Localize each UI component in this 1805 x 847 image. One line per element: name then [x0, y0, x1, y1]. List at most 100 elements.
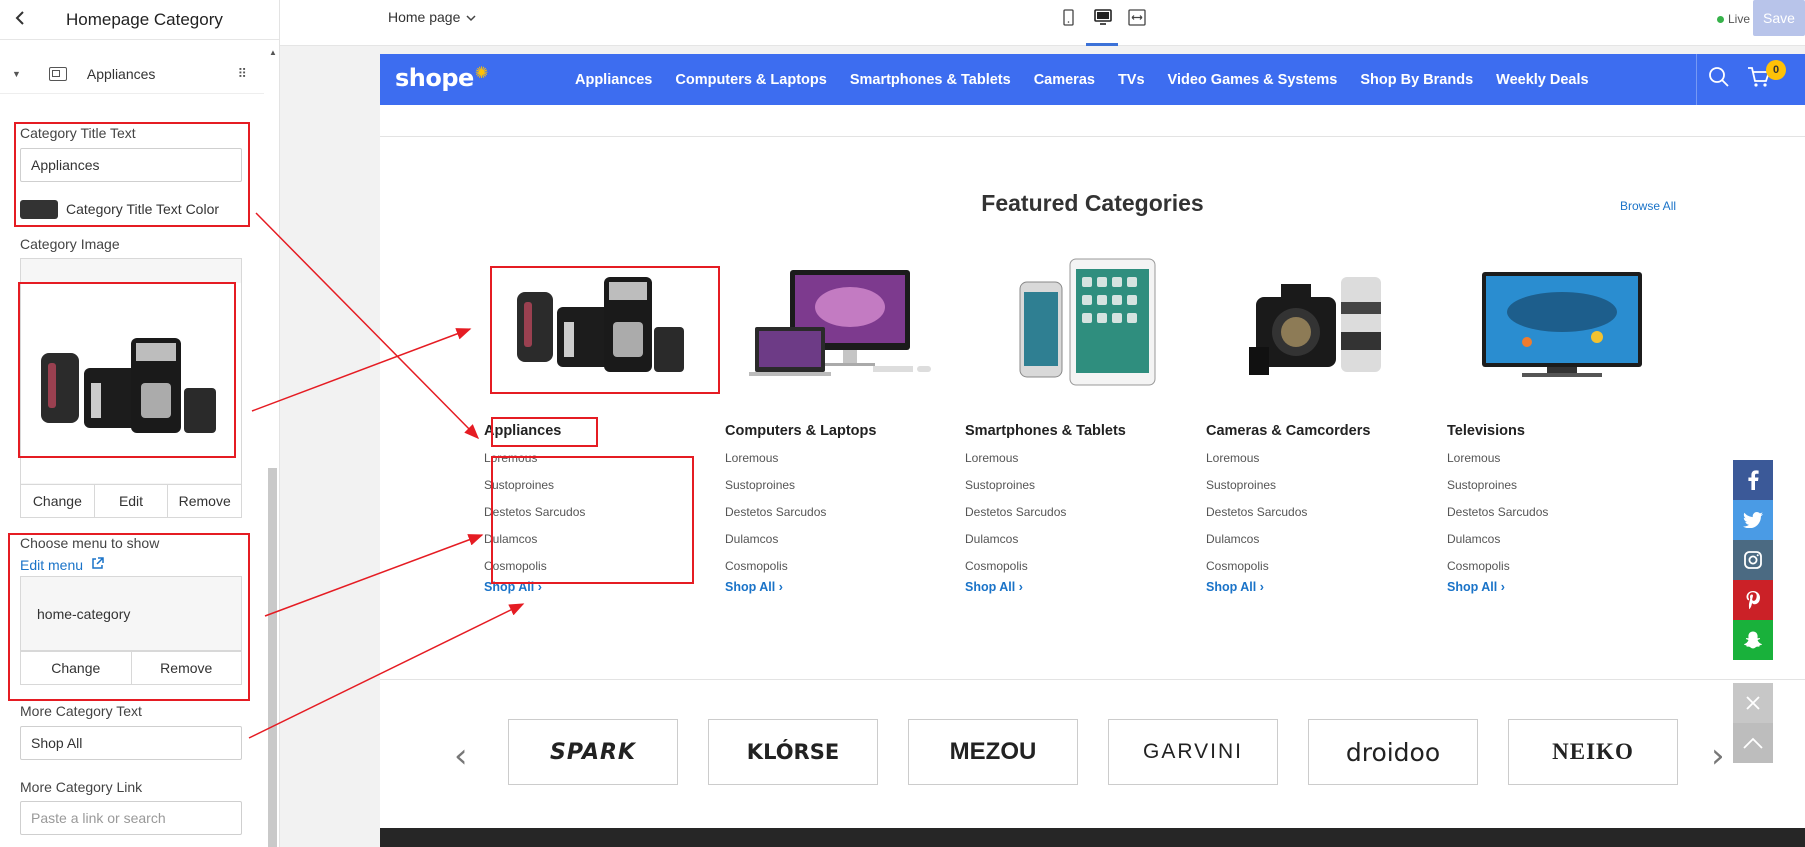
section-label: Appliances [86, 65, 156, 82]
chevron-right-icon: › [775, 580, 783, 594]
television-image[interactable] [1447, 254, 1677, 389]
phones-tablets-image[interactable] [965, 254, 1195, 389]
nav-item-appliances[interactable]: Appliances [575, 72, 652, 88]
snapchat-icon[interactable] [1733, 620, 1773, 660]
device-switcher [1060, 9, 1146, 46]
category-link[interactable]: Destetos Sarcudos [965, 505, 1066, 532]
brand-logo[interactable]: droidoo [1308, 719, 1478, 785]
nav-item-tvs[interactable]: TVs [1118, 72, 1145, 88]
live-dot-icon [1716, 15, 1724, 23]
category-link[interactable]: Loremous [965, 451, 1066, 478]
nav-item-video-games[interactable]: Video Games & Systems [1168, 72, 1338, 88]
category-link[interactable]: Destetos Sarcudos [725, 505, 826, 532]
category-link[interactable]: Sustoproines [965, 478, 1066, 505]
category-link[interactable]: Dulamcos [1206, 532, 1307, 559]
category-link[interactable]: Dulamcos [725, 532, 826, 559]
instagram-icon[interactable] [1733, 540, 1773, 580]
search-icon[interactable] [1708, 66, 1730, 93]
remove-image-button[interactable]: Remove [168, 485, 241, 517]
brand-logo[interactable]: SPARK [508, 719, 678, 785]
editor-topbar: Home page Live Save [280, 0, 1805, 46]
shop-all-link[interactable]: Shop All › [1206, 580, 1264, 594]
brand-logo[interactable]: NEIKO [1508, 719, 1678, 785]
shop-all-link[interactable]: Shop All › [725, 580, 783, 594]
section-appliances[interactable]: ▼ Appliances ⠿ [0, 54, 264, 94]
pinterest-icon[interactable] [1733, 580, 1773, 620]
store-logo-text[interactable]: shope [395, 64, 474, 92]
shop-all-label[interactable]: Shop All [1206, 580, 1256, 594]
nav-item-computers[interactable]: Computers & Laptops [675, 72, 826, 88]
change-image-button[interactable]: Change [21, 485, 95, 517]
chevron-right-icon: › [1256, 580, 1264, 594]
store-logo[interactable]: shope✺ [395, 63, 488, 92]
close-icon[interactable] [1733, 683, 1773, 723]
shop-all-label[interactable]: Shop All [725, 580, 775, 594]
carousel-prev-icon[interactable]: ‹ [454, 736, 468, 776]
category-link[interactable]: Dulamcos [1447, 532, 1548, 559]
nav-item-brands[interactable]: Shop By Brands [1360, 72, 1473, 88]
section-divider [380, 679, 1805, 680]
category-link[interactable]: Destetos Sarcudos [1447, 505, 1548, 532]
category-image-label: Category Image [20, 236, 120, 252]
cart-count-badge: 0 [1766, 60, 1786, 80]
category-link[interactable]: Sustoproines [725, 478, 826, 505]
shop-all-link[interactable]: Shop All › [965, 580, 1023, 594]
browse-all-link[interactable]: Browse All [1620, 199, 1676, 213]
chevron-right-icon: › [1015, 580, 1023, 594]
block-icon [48, 66, 67, 81]
back-arrow-icon[interactable] [14, 8, 34, 31]
page-selector-label[interactable]: Home page [388, 9, 460, 25]
image-actions: Change Edit Remove [20, 484, 242, 518]
category-link[interactable]: Loremous [1447, 451, 1548, 478]
scrollbar-thumb[interactable] [268, 468, 277, 847]
category-name[interactable]: Televisions [1447, 423, 1525, 439]
mobile-view-icon[interactable] [1060, 9, 1076, 26]
more-text-input[interactable]: Shop All [20, 726, 242, 760]
twitter-icon[interactable] [1733, 500, 1773, 540]
scroll-up-icon[interactable]: ▲ [269, 48, 277, 57]
category-link[interactable]: Loremous [1206, 451, 1307, 478]
brand-logo[interactable]: MEZOU [908, 719, 1078, 785]
category-name[interactable]: Smartphones & Tablets [965, 423, 1126, 439]
annotation-box-preview-image [490, 266, 720, 394]
save-button[interactable]: Save [1753, 0, 1805, 36]
store-preview: shope✺ Appliances Computers & Laptops Sm… [380, 54, 1805, 847]
drag-handle-icon[interactable]: ⠿ [237, 66, 246, 82]
facebook-icon[interactable] [1733, 460, 1773, 500]
category-link[interactable]: Destetos Sarcudos [1206, 505, 1307, 532]
computers-image[interactable] [725, 254, 955, 389]
category-link[interactable]: Dulamcos [965, 532, 1066, 559]
annotation-box-menu [8, 533, 250, 701]
more-text-label: More Category Text [20, 703, 142, 719]
store-navbar: shope✺ Appliances Computers & Laptops Sm… [380, 54, 1805, 105]
category-name[interactable]: Cameras & Camcorders [1206, 423, 1370, 439]
edit-image-button[interactable]: Edit [95, 485, 169, 517]
annotation-box-preview-title [491, 417, 598, 447]
nav-item-cameras[interactable]: Cameras [1034, 72, 1095, 88]
desktop-view-icon[interactable] [1086, 9, 1118, 46]
category-name[interactable]: Computers & Laptops [725, 423, 876, 439]
shop-all-label[interactable]: Shop All [1447, 580, 1497, 594]
camera-image[interactable] [1206, 254, 1436, 389]
chevron-down-icon[interactable] [466, 9, 476, 25]
shop-all-link[interactable]: Shop All › [1447, 580, 1505, 594]
scroll-to-top-icon[interactable] [1733, 723, 1773, 763]
section-divider [380, 136, 1805, 137]
fullwidth-view-icon[interactable] [1128, 9, 1146, 26]
category-link[interactable]: Loremous [725, 451, 826, 478]
page-selector[interactable]: Home page [388, 9, 476, 25]
nav-item-weekly-deals[interactable]: Weekly Deals [1496, 72, 1588, 88]
brand-logo[interactable]: GARVINI [1108, 719, 1278, 785]
sidebar-scrollbar[interactable]: ▲ [266, 46, 279, 847]
chevron-right-icon: › [1497, 580, 1505, 594]
main-nav: Appliances Computers & Laptops Smartphon… [575, 54, 1612, 105]
category-link[interactable]: Sustoproines [1447, 478, 1548, 505]
more-link-input[interactable]: Paste a link or search [20, 801, 242, 835]
nav-item-smartphones[interactable]: Smartphones & Tablets [850, 72, 1011, 88]
store-footer [380, 828, 1805, 847]
category-link[interactable]: Sustoproines [1206, 478, 1307, 505]
shop-all-label[interactable]: Shop All [965, 580, 1015, 594]
carousel-next-icon[interactable]: › [1711, 736, 1725, 776]
collapse-caret-icon[interactable]: ▼ [12, 69, 21, 79]
brand-logo[interactable]: KLÓRSE [708, 719, 878, 785]
